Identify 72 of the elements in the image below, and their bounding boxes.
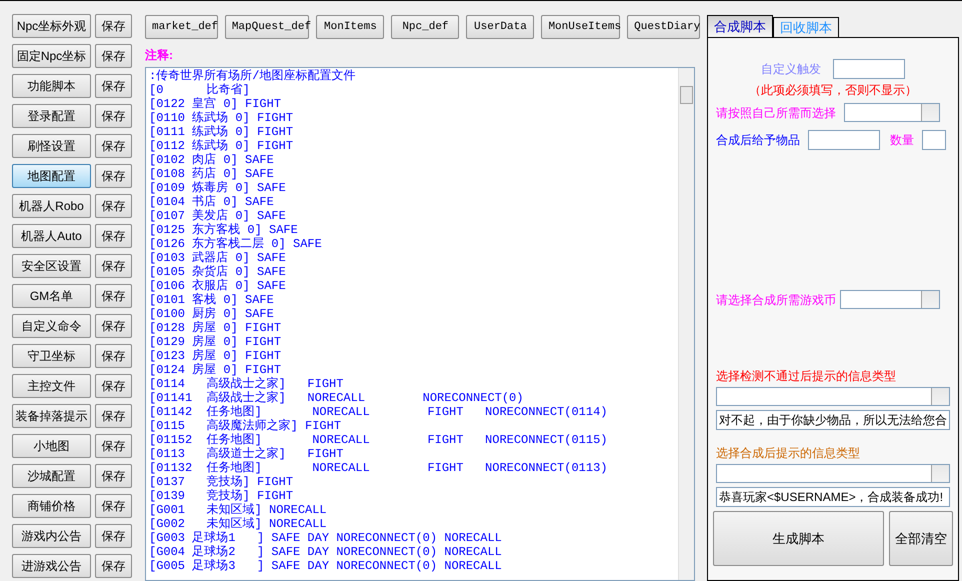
file-button[interactable]: Npc_def: [391, 15, 460, 39]
clear-all-button[interactable]: 全部清空: [889, 511, 953, 566]
dropdown-button-icon[interactable]: [921, 104, 939, 121]
save-button[interactable]: 保存: [95, 14, 132, 38]
file-button[interactable]: MapQuest_def: [224, 15, 310, 39]
save-button[interactable]: 保存: [95, 494, 132, 518]
section-button[interactable]: 机器人Auto: [12, 224, 91, 248]
choose-label: 请按照自己所需而选择: [716, 104, 836, 122]
save-button[interactable]: 保存: [95, 284, 132, 308]
section-button[interactable]: 登录配置: [12, 104, 91, 128]
dropdown-button-icon[interactable]: [921, 291, 939, 308]
section-button[interactable]: GM名单: [12, 284, 91, 308]
scrollbar[interactable]: [678, 68, 694, 580]
section-button[interactable]: 小地图: [12, 434, 91, 458]
tab[interactable]: 合成脚本: [707, 15, 773, 37]
script-type-select[interactable]: [844, 103, 940, 122]
required-note: （此项必须填写，否则不显示）: [748, 82, 918, 99]
section-button[interactable]: 装备掉落提示: [12, 404, 91, 428]
generate-button[interactable]: 生成脚本: [713, 511, 884, 566]
section-button[interactable]: 主控文件: [12, 374, 91, 398]
save-button[interactable]: 保存: [95, 434, 132, 458]
save-button[interactable]: 保存: [95, 194, 132, 218]
item-field[interactable]: [808, 130, 880, 150]
file-button[interactable]: UserData: [466, 15, 534, 39]
save-button[interactable]: 保存: [95, 344, 132, 368]
file-button[interactable]: market_def: [145, 15, 218, 39]
fail-message-label: 选择检测不通过后提示的信息类型: [716, 368, 897, 385]
scrollbar-thumb[interactable]: [680, 86, 693, 104]
save-button[interactable]: 保存: [95, 44, 132, 68]
file-button[interactable]: MonItems: [316, 15, 384, 39]
section-button[interactable]: 沙城配置: [12, 464, 91, 488]
section-button[interactable]: 固定Npc坐标: [12, 44, 91, 68]
save-button[interactable]: 保存: [95, 464, 132, 488]
success-message-field[interactable]: 恭喜玩家<$USERNAME>，合成装备成功!: [716, 487, 950, 507]
section-button[interactable]: 机器人Robo: [12, 194, 91, 218]
success-message-label: 选择合成后提示的信息类型: [716, 445, 861, 462]
section-button[interactable]: 地图配置: [12, 164, 91, 188]
section-button[interactable]: 游戏内公告: [12, 524, 91, 548]
save-button[interactable]: 保存: [95, 554, 132, 578]
save-button[interactable]: 保存: [95, 224, 132, 248]
trigger-field[interactable]: [833, 59, 905, 79]
quantity-field[interactable]: [922, 130, 946, 150]
give-item-label: 合成后给予物品: [716, 132, 800, 149]
file-button[interactable]: MonUseItems: [541, 15, 620, 39]
save-button[interactable]: 保存: [95, 104, 132, 128]
save-button[interactable]: 保存: [95, 134, 132, 158]
fail-type-select[interactable]: [716, 387, 950, 406]
section-button[interactable]: 进游戏公告: [12, 554, 91, 578]
save-button[interactable]: 保存: [95, 374, 132, 398]
dropdown-button-icon[interactable]: [931, 465, 949, 482]
save-button[interactable]: 保存: [95, 74, 132, 98]
save-button[interactable]: 保存: [95, 254, 132, 278]
quantity-label: 数量: [890, 132, 914, 149]
section-button[interactable]: 商铺价格: [12, 494, 91, 518]
save-button[interactable]: 保存: [95, 404, 132, 428]
save-button[interactable]: 保存: [95, 314, 132, 338]
trigger-label: 自定义触发: [761, 61, 821, 78]
section-button[interactable]: 刷怪设置: [12, 134, 91, 158]
file-button[interactable]: QuestDiary: [627, 15, 700, 39]
save-button[interactable]: 保存: [95, 524, 132, 548]
section-button[interactable]: 自定义命令: [12, 314, 91, 338]
section-button[interactable]: Npc坐标外观: [12, 14, 91, 38]
section-button[interactable]: 功能脚本: [12, 74, 91, 98]
fail-message-field[interactable]: 对不起，由于你缺少物品，所以无法给您合: [716, 410, 950, 430]
note-label: 注释:: [145, 47, 174, 64]
dropdown-button-icon[interactable]: [931, 388, 949, 405]
save-button[interactable]: 保存: [95, 164, 132, 188]
section-button[interactable]: 守卫坐标: [12, 344, 91, 368]
currency-select[interactable]: [840, 290, 940, 309]
section-button[interactable]: 安全区设置: [12, 254, 91, 278]
success-type-select[interactable]: [716, 464, 950, 483]
currency-label: 请选择合成所需游戏币: [716, 292, 836, 308]
